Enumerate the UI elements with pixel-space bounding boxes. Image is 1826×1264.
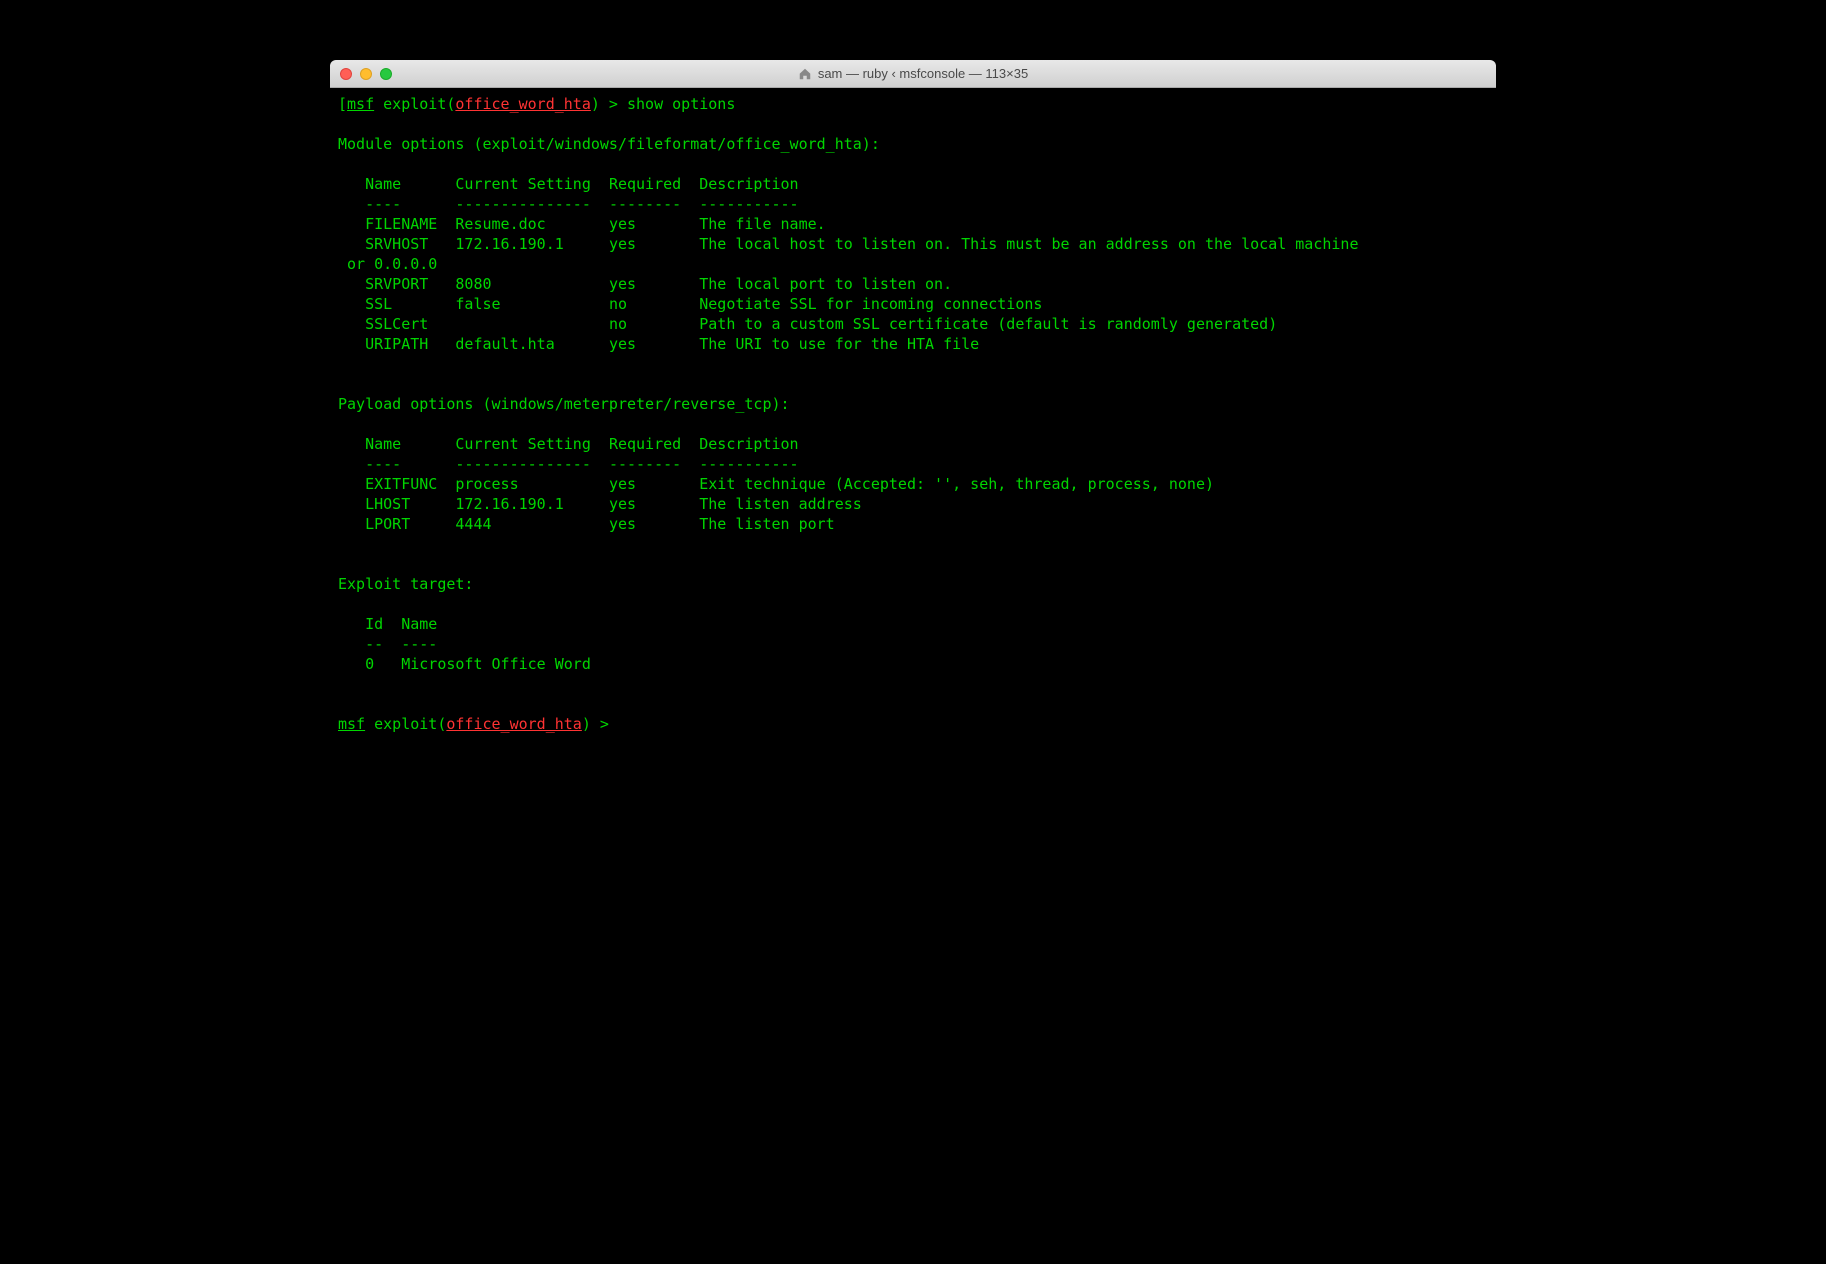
col-u: ----------- bbox=[699, 455, 798, 473]
col-description: Description bbox=[699, 435, 798, 453]
col-u: ---- bbox=[365, 195, 401, 213]
opt-current: 172.16.190.1 bbox=[455, 235, 563, 253]
target-name: Microsoft Office Word bbox=[401, 655, 591, 673]
col-current: Current Setting bbox=[455, 435, 590, 453]
opt-req: no bbox=[609, 315, 627, 333]
opt-desc: The listen port bbox=[699, 515, 834, 533]
opt-current: Resume.doc bbox=[455, 215, 545, 233]
col-required: Required bbox=[609, 435, 681, 453]
opt-req: no bbox=[609, 295, 627, 313]
module-name: office_word_hta bbox=[446, 715, 581, 733]
exploit-label: exploit( bbox=[374, 95, 455, 113]
prompt-end: ) > bbox=[591, 95, 627, 113]
opt-name: SRVHOST bbox=[365, 235, 428, 253]
col-required: Required bbox=[609, 175, 681, 193]
opt-req: yes bbox=[609, 515, 636, 533]
col-u: -------- bbox=[609, 455, 681, 473]
col-name: Name bbox=[365, 175, 401, 193]
msf-prompt: msf bbox=[347, 95, 374, 113]
opt-req: yes bbox=[609, 335, 636, 353]
opt-desc: The file name. bbox=[699, 215, 825, 233]
opt-desc: The listen address bbox=[699, 495, 862, 513]
title-text: sam — ruby ‹ msfconsole — 113×35 bbox=[818, 66, 1028, 81]
opt-req: yes bbox=[609, 235, 636, 253]
col-name: Name bbox=[365, 435, 401, 453]
opt-name: SSL bbox=[365, 295, 392, 313]
opt-current: process bbox=[455, 475, 518, 493]
traffic-lights bbox=[340, 68, 392, 80]
opt-current: 8080 bbox=[455, 275, 491, 293]
titlebar[interactable]: sam — ruby ‹ msfconsole — 113×35 bbox=[330, 60, 1496, 88]
opt-desc: The local host to listen on. This must b… bbox=[699, 235, 1358, 253]
col-u: ----------- bbox=[699, 195, 798, 213]
opt-desc: Path to a custom SSL certificate (defaul… bbox=[699, 315, 1277, 333]
opt-current: false bbox=[455, 295, 500, 313]
col-u: ---- bbox=[365, 455, 401, 473]
opt-name: LPORT bbox=[365, 515, 410, 533]
opt-desc: Exit technique (Accepted: '', seh, threa… bbox=[699, 475, 1214, 493]
command: show options bbox=[627, 95, 735, 113]
opt-current: 172.16.190.1 bbox=[455, 495, 563, 513]
col-name: Name bbox=[401, 615, 437, 633]
opt-desc: Negotiate SSL for incoming connections bbox=[699, 295, 1042, 313]
opt-name: SRVPORT bbox=[365, 275, 428, 293]
terminal-window: sam — ruby ‹ msfconsole — 113×35 [msf ex… bbox=[330, 60, 1496, 808]
maximize-icon[interactable] bbox=[380, 68, 392, 80]
col-u: -- bbox=[365, 635, 383, 653]
bracket: [ bbox=[338, 95, 347, 113]
col-current: Current Setting bbox=[455, 175, 590, 193]
opt-req: yes bbox=[609, 475, 636, 493]
close-icon[interactable] bbox=[340, 68, 352, 80]
col-u: -------- bbox=[609, 195, 681, 213]
col-id: Id bbox=[365, 615, 383, 633]
prompt-end: ) > bbox=[582, 715, 618, 733]
opt-name: EXITFUNC bbox=[365, 475, 437, 493]
window-title: sam — ruby ‹ msfconsole — 113×35 bbox=[340, 66, 1486, 81]
module-name: office_word_hta bbox=[455, 95, 590, 113]
payload-options-header: Payload options (windows/meterpreter/rev… bbox=[338, 395, 790, 413]
opt-name: URIPATH bbox=[365, 335, 428, 353]
opt-req: yes bbox=[609, 275, 636, 293]
opt-current: 4444 bbox=[455, 515, 491, 533]
col-u: ---- bbox=[401, 635, 437, 653]
opt-current: default.hta bbox=[455, 335, 554, 353]
opt-req: yes bbox=[609, 215, 636, 233]
opt-req: yes bbox=[609, 495, 636, 513]
terminal-body[interactable]: [msf exploit(office_word_hta) > show opt… bbox=[330, 88, 1496, 808]
col-description: Description bbox=[699, 175, 798, 193]
opt-cont: or 0.0.0.0 bbox=[338, 255, 437, 273]
opt-desc: The URI to use for the HTA file bbox=[699, 335, 979, 353]
opt-name: FILENAME bbox=[365, 215, 437, 233]
col-u: --------------- bbox=[455, 455, 590, 473]
opt-name: SSLCert bbox=[365, 315, 428, 333]
msf-prompt: msf bbox=[338, 715, 365, 733]
exploit-label: exploit( bbox=[365, 715, 446, 733]
col-u: --------------- bbox=[455, 195, 590, 213]
exploit-target-header: Exploit target: bbox=[338, 575, 473, 593]
opt-desc: The local port to listen on. bbox=[699, 275, 952, 293]
module-options-header: Module options (exploit/windows/fileform… bbox=[338, 135, 880, 153]
opt-name: LHOST bbox=[365, 495, 410, 513]
minimize-icon[interactable] bbox=[360, 68, 372, 80]
target-id: 0 bbox=[365, 655, 374, 673]
home-icon bbox=[798, 67, 812, 81]
